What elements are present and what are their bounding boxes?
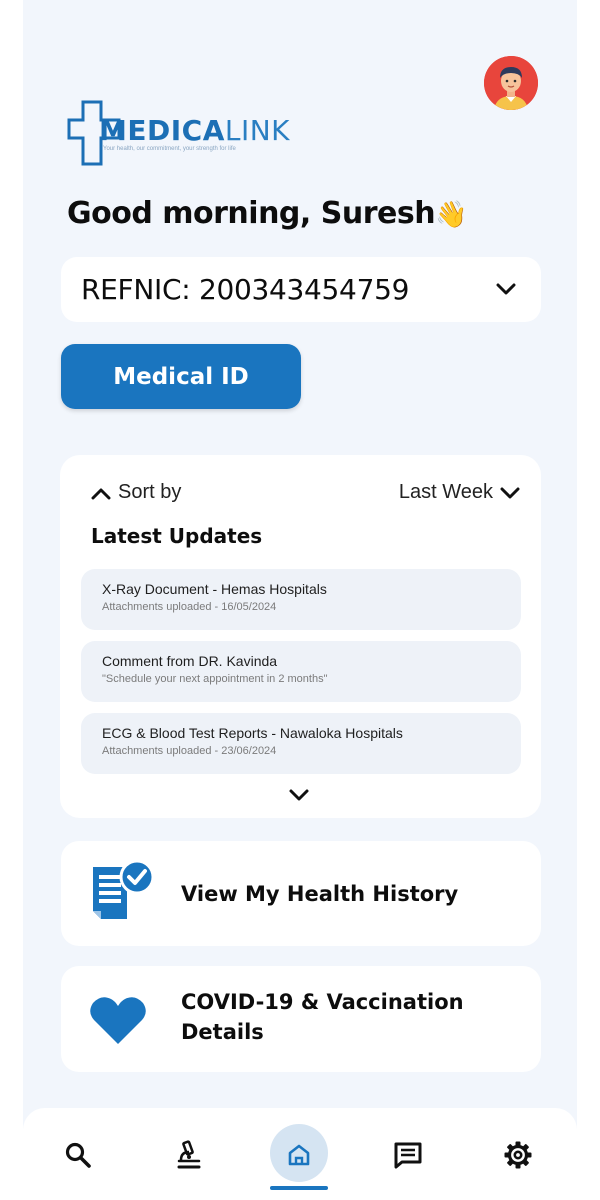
refnic-value: REFNIC: 200343454759 bbox=[81, 273, 410, 306]
greeting: Good morning, Suresh👋 bbox=[67, 196, 467, 231]
update-title: Comment from DR. Kavinda bbox=[102, 653, 278, 669]
covid-label: COVID-19 & Vaccination Details bbox=[181, 987, 464, 1047]
nav-active-indicator bbox=[270, 1186, 328, 1190]
sort-label: Sort by bbox=[118, 481, 182, 503]
update-item[interactable]: Comment from DR. Kavinda "Schedule your … bbox=[81, 641, 521, 702]
greeting-text: Good morning, Suresh bbox=[67, 196, 436, 231]
search-icon bbox=[65, 1142, 91, 1168]
health-history-label: View My Health History bbox=[181, 882, 459, 906]
health-history-card[interactable]: View My Health History bbox=[61, 841, 541, 946]
user-avatar[interactable] bbox=[484, 56, 538, 110]
range-dropdown[interactable]: Last Week bbox=[399, 481, 521, 504]
latest-updates-panel: Sort by Last Week Latest Updates X-Ray D… bbox=[60, 455, 541, 818]
chevron-up-icon bbox=[91, 488, 111, 499]
settings-icon bbox=[504, 1141, 532, 1169]
app-screen: MEDICALINK Your health, our commitment, … bbox=[23, 0, 577, 1200]
range-label: Last Week bbox=[398, 481, 493, 503]
covid-label-line1: COVID-19 & Vaccination bbox=[181, 990, 464, 1014]
brand-name-light: LINK bbox=[224, 114, 291, 147]
document-check-icon bbox=[93, 859, 155, 919]
latest-updates-heading: Latest Updates bbox=[91, 524, 263, 548]
update-title: ECG & Blood Test Reports - Nawaloka Hosp… bbox=[102, 725, 403, 741]
nav-messages[interactable] bbox=[391, 1138, 425, 1172]
update-title: X-Ray Document - Hemas Hospitals bbox=[102, 581, 327, 597]
brand-logo: MEDICALINK Your health, our commitment, … bbox=[67, 100, 297, 168]
sort-toggle[interactable]: Sort by bbox=[90, 481, 181, 504]
update-subtitle: Attachments uploaded - 23/06/2024 bbox=[102, 745, 277, 757]
update-item[interactable]: ECG & Blood Test Reports - Nawaloka Hosp… bbox=[81, 713, 521, 774]
chevron-down-icon[interactable] bbox=[495, 281, 517, 297]
brand-tagline: Your health, our commitment, your streng… bbox=[103, 146, 236, 152]
brand-name: MEDICALINK bbox=[99, 114, 290, 147]
nav-settings[interactable] bbox=[501, 1138, 535, 1172]
chevron-down-icon bbox=[500, 487, 520, 498]
show-more-chevron-icon[interactable] bbox=[287, 787, 311, 803]
avatar-icon bbox=[484, 56, 538, 110]
update-subtitle: "Schedule your next appointment in 2 mon… bbox=[102, 673, 328, 685]
covid-label-line2: Details bbox=[181, 1020, 264, 1044]
bottom-nav bbox=[23, 1108, 577, 1200]
nav-search[interactable] bbox=[61, 1138, 95, 1172]
update-subtitle: Attachments uploaded - 16/05/2024 bbox=[102, 601, 277, 613]
account-selector[interactable]: REFNIC: 200343454759 bbox=[61, 257, 541, 322]
home-icon bbox=[288, 1144, 310, 1166]
medical-id-button[interactable]: Medical ID bbox=[61, 344, 301, 409]
wave-icon: 👋 bbox=[435, 200, 467, 230]
heart-icon bbox=[90, 997, 146, 1044]
nav-home[interactable] bbox=[282, 1138, 316, 1172]
covid-vaccination-card[interactable]: COVID-19 & Vaccination Details bbox=[61, 966, 541, 1072]
microscope-icon bbox=[177, 1140, 201, 1169]
messages-icon bbox=[394, 1142, 422, 1169]
brand-name-bold: MEDICA bbox=[99, 114, 225, 147]
nav-lab[interactable] bbox=[172, 1138, 206, 1172]
update-item[interactable]: X-Ray Document - Hemas Hospitals Attachm… bbox=[81, 569, 521, 630]
